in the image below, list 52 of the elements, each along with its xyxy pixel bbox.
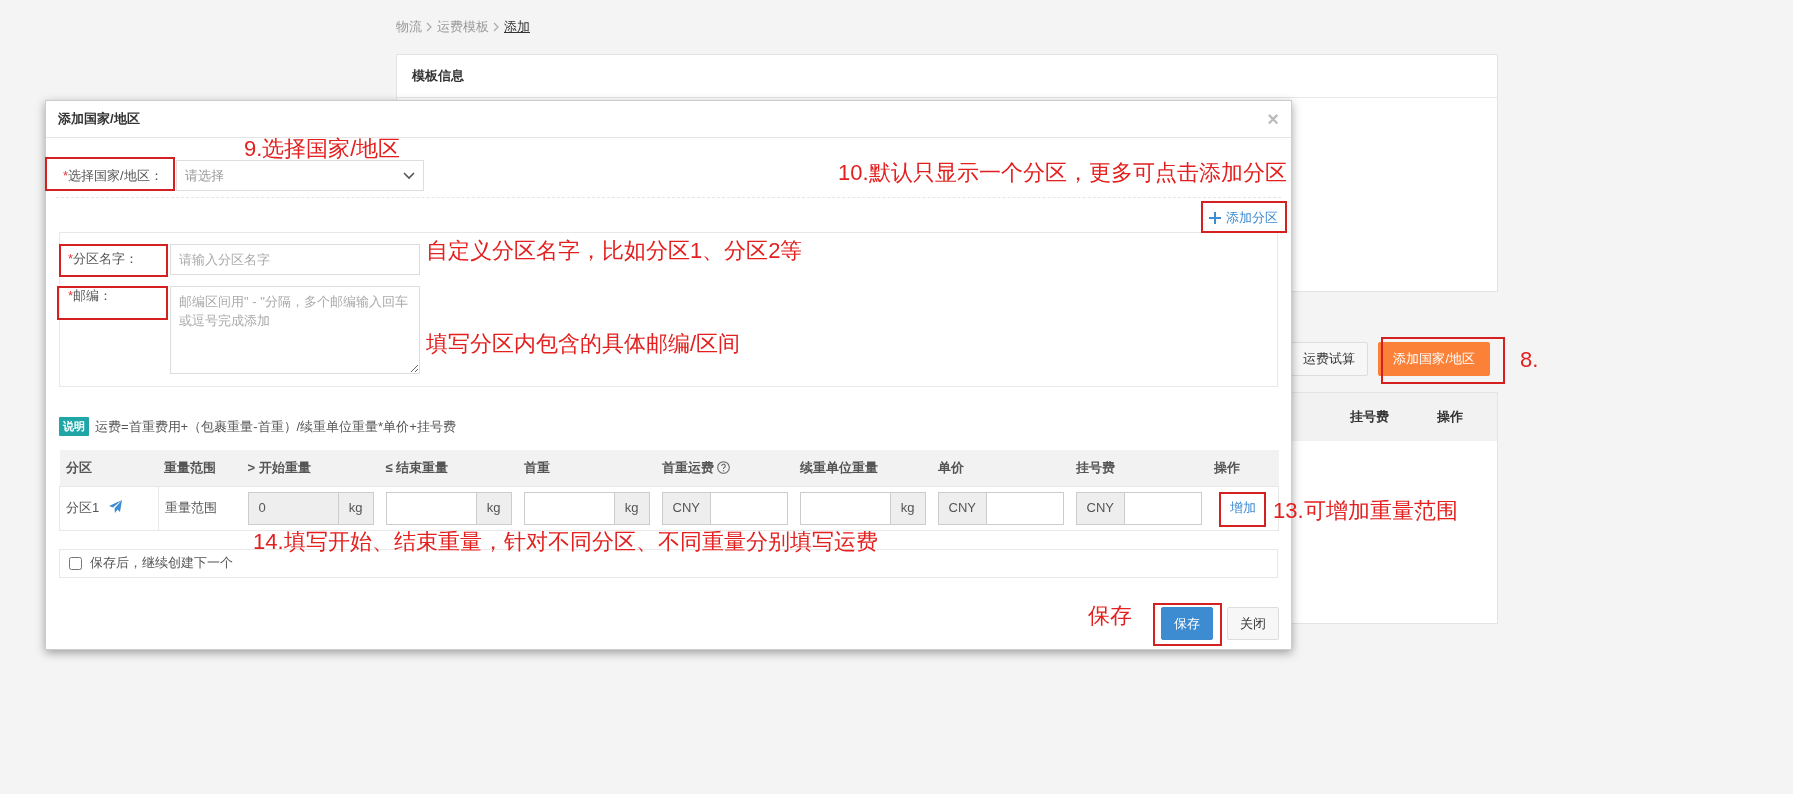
breadcrumb-link[interactable]: 添加 <box>504 17 530 37</box>
postcode-field[interactable]: 邮编区间用" - "分隔，多个邮编输入回车或逗号完成添加 <box>170 285 420 374</box>
annotation-text: 13.可增加重量范围 <box>1273 499 1458 524</box>
dialog-title: 添加国家/地区 <box>58 110 140 129</box>
checkbox[interactable] <box>69 556 82 570</box>
plus-icon <box>1209 211 1221 224</box>
unit-input-field[interactable]: CNY <box>937 491 1064 525</box>
unit-input-field[interactable]: kg <box>799 491 926 525</box>
save-button[interactable]: 保存 <box>1161 606 1213 640</box>
annotation-text: 自定义分区名字，比如分区1、分区2等 <box>426 239 803 264</box>
column-header: 重量范围 <box>158 450 242 486</box>
chevron-right-icon <box>493 22 500 32</box>
column-header: 分区 <box>59 450 159 486</box>
note-badge: 说明 <box>59 417 89 436</box>
annotation-text: 填写分区内包含的具体邮编/区间 <box>426 332 741 357</box>
annotation-text: 10.默认只显示一个分区，更多可点击添加分区 <box>838 161 1287 186</box>
column-header: 续重单位重量 <box>793 450 932 486</box>
column-header: 首重 <box>517 450 656 486</box>
unit-input-field[interactable]: CNY <box>661 491 788 525</box>
add-link[interactable]: 增加 <box>1229 498 1256 518</box>
zone-name-field[interactable]: 请输入分区名字 <box>170 243 420 275</box>
annotation-frame <box>1153 603 1222 646</box>
add-zone-link[interactable]: 添加分区 <box>1209 208 1278 228</box>
zone-name: 分区1 <box>66 500 100 516</box>
unit-input-field[interactable]: kg <box>385 491 512 525</box>
column-header: > 开始重量 <box>241 450 380 486</box>
field-label: *邮编： <box>68 286 113 305</box>
column-header: 操作 <box>1207 450 1279 486</box>
unit-input-field[interactable]: CNY <box>1075 491 1202 525</box>
annotation-text: 14.填写开始、结束重量，针对不同分区、不同重量分别填写运费 <box>253 530 878 555</box>
close-button[interactable]: 关闭 <box>1227 606 1279 640</box>
chevron-right-icon <box>426 22 433 32</box>
column-header: 操作 <box>1437 407 1463 426</box>
column-header: 单价 <box>931 450 1070 486</box>
panel-title: 模板信息 <box>397 55 1497 98</box>
field-label: *选择国家/地区： <box>63 166 163 185</box>
unit-input-field[interactable]: kg <box>523 491 650 525</box>
annotation-text: 8. <box>1520 348 1539 373</box>
chevron-down-icon <box>403 171 415 180</box>
column-header: ≤ 结束重量 <box>379 450 518 486</box>
paper-plane-icon[interactable] <box>108 500 123 514</box>
table-cell: 重量范围 <box>158 486 242 530</box>
column-header: 挂号费 <box>1350 407 1389 426</box>
column-header: 挂号费 <box>1069 450 1208 486</box>
field-label: *分区名字： <box>68 250 139 269</box>
checkbox-label: 保存后，继续创建下一个 <box>90 554 233 573</box>
column-header: 首重运费 <box>661 460 714 475</box>
annotation-text: 9.选择国家/地区 <box>244 137 401 162</box>
note-text: 运费=首重费用+（包裹重量-首重）/续重单位重量*单价+挂号费 <box>95 417 456 436</box>
annotation-frame <box>1219 492 1266 527</box>
trial-button[interactable]: 运费试算 <box>1290 342 1369 376</box>
annotation-text: 保存 <box>1088 604 1132 629</box>
